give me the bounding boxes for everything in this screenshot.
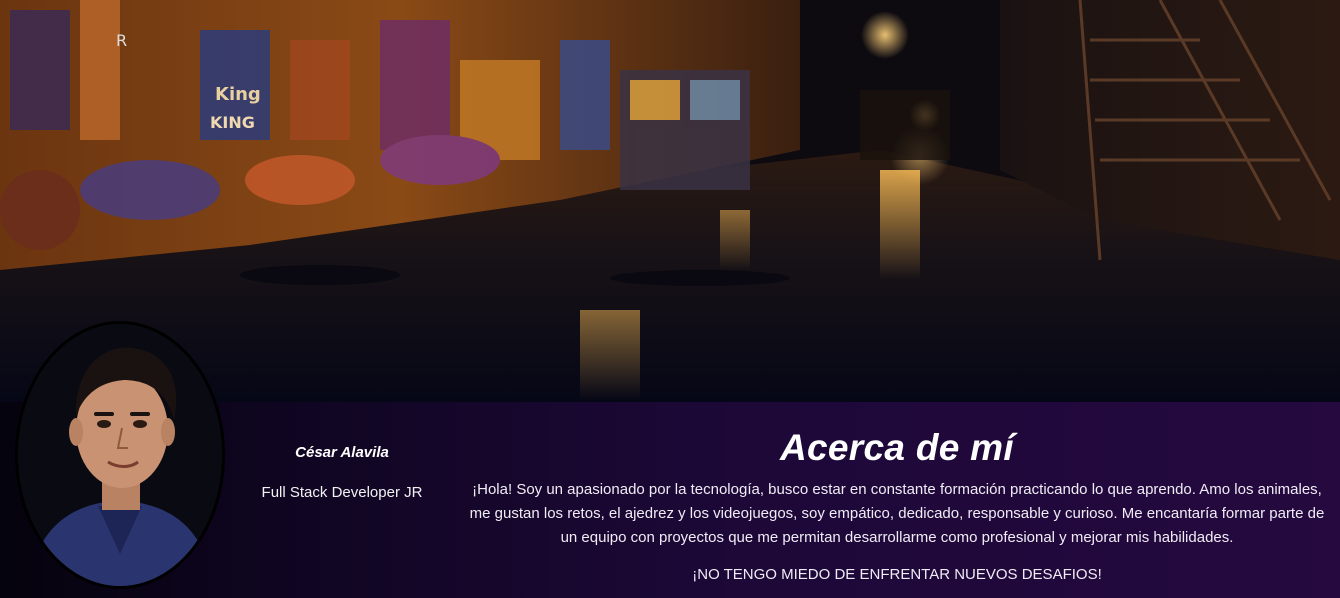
profile-role: Full Stack Developer JR — [261, 484, 423, 501]
portfolio-page: King KING R César Alavila Full Stack Dev… — [0, 0, 1340, 598]
about-description: ¡Hola! Soy un apasionado por la tecnolog… — [469, 481, 1325, 546]
graffiti-tag-r: R — [116, 31, 127, 50]
about-heading: Acerca de mí — [780, 427, 1014, 468]
profile-avatar — [18, 324, 222, 586]
person-portrait-image — [18, 324, 222, 586]
about-content: Acerca de mí ¡Hola! Soy un apasionado po… — [466, 424, 1328, 583]
graffiti-tag-king-caps: KING — [210, 113, 255, 132]
profile-identity: César Alavila Full Stack Developer JR — [240, 444, 444, 501]
about-motto: ¡NO TENGO MIEDO DE ENFRENTAR NUEVOS DESA… — [692, 566, 1102, 583]
profile-name: César Alavila — [295, 444, 389, 461]
graffiti-tag-king: King — [215, 84, 261, 105]
